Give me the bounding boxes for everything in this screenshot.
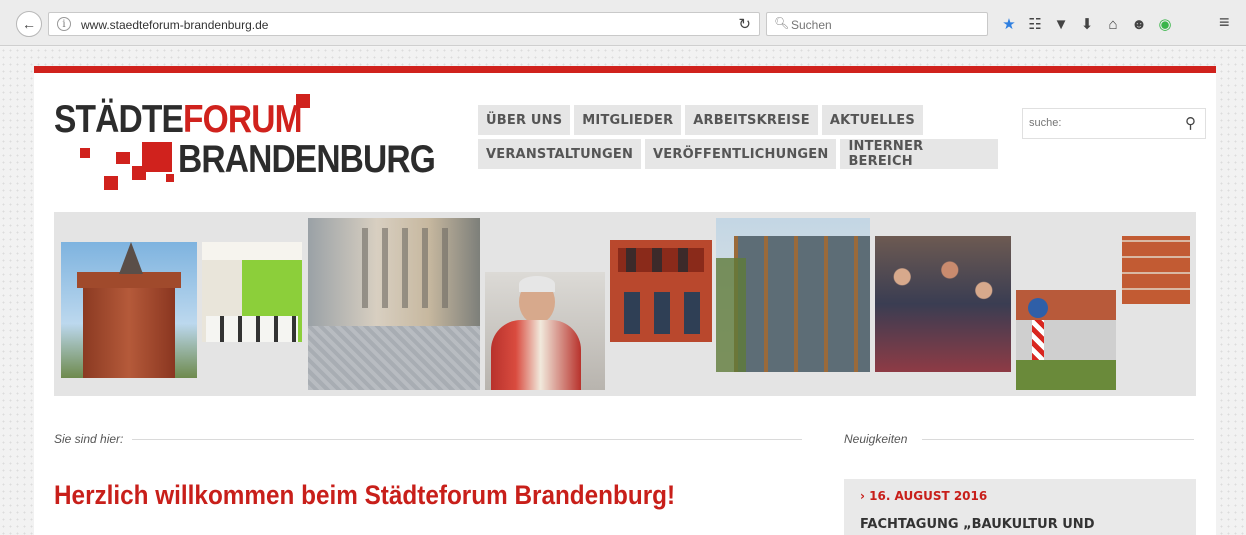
breadcrumb-divider [132,439,802,440]
brick-gothic-facade-photo [610,240,712,342]
home-icon[interactable]: ⌂ [1100,16,1126,33]
search-icon: 🔍︎ [774,16,790,30]
tower-crown [77,272,181,288]
logo-word-brandenburg: BRANDENBURG [178,138,436,181]
sign-post [1032,320,1044,360]
room-tables [206,316,298,342]
logo-square [116,152,130,164]
street-pavement [308,326,480,390]
nav-row-1: ÜBER UNS MITGLIEDER ARBEITSKREISE AKTUEL… [478,105,998,135]
site-logo[interactable]: STÄDTEFORUM BRANDENBURG [54,94,436,204]
site-search-box[interactable]: ⚲ [1022,108,1206,139]
page-container: STÄDTEFORUM BRANDENBURG ÜBER UNS MITGLIE… [34,66,1216,535]
address-bar[interactable]: i www.staedteforum-brandenburg.de ↻ [48,12,760,36]
street-windows [348,228,458,308]
logo-word-forum: FORUM [183,98,303,141]
logo-line-1: STÄDTEFORUM [54,98,303,141]
extension-icon[interactable]: ◉ [1152,15,1178,33]
room-interior-photo [202,242,302,342]
back-arrow-icon[interactable]: ← [16,11,42,37]
man-portrait-photo [485,272,605,390]
room-ceiling [202,242,302,260]
man-hair [519,276,555,292]
logo-square [142,142,172,172]
main-navigation: ÜBER UNS MITGLIEDER ARBEITSKREISE AKTUEL… [478,105,998,173]
man-jacket [491,320,581,390]
logo-word-staedte: STÄDTE [54,98,184,141]
facade-windows-top [618,248,704,272]
news-item[interactable]: › 16. AUGUST 2016 FACHTAGUNG „BAUKULTUR … [844,479,1196,535]
nav-item-interner-bereich[interactable]: INTERNER BEREICH [840,139,998,169]
logo-square [80,148,90,158]
breadcrumb-label: Sie sind hier: [54,432,124,446]
building-tree [716,258,746,372]
toolbar-icons: ★ ☷ ▼ ⬇ ⌂ ☻ ◉ [996,13,1178,35]
logo-square [132,166,146,180]
download-icon[interactable]: ⬇ [1074,15,1100,33]
nav-item-veranstaltungen[interactable]: VERANSTALTUNGEN [478,139,642,169]
nav-row-2: VERANSTALTUNGEN VERÖFFENTLICHUNGEN INTER… [478,139,998,169]
hamburger-menu-icon[interactable]: ≡ [1219,12,1230,33]
facade-windows-bottom [618,292,704,334]
brick-wall-photo [1122,236,1190,304]
page-title: Herzlich willkommen beim Städteforum Bra… [54,480,676,510]
bookmark-star-icon[interactable]: ★ [996,15,1022,33]
pocket-icon[interactable]: ▼ [1048,16,1074,33]
browser-toolbar: ← i www.staedteforum-brandenburg.de ↻ 🔍︎… [0,0,1246,46]
news-divider [922,439,1194,440]
news-title[interactable]: FACHTAGUNG „BAUKULTUR UND [860,517,1094,532]
traffic-sign-photo [1016,290,1116,390]
logo-square [296,94,310,108]
logo-square [166,174,174,182]
top-accent-bar [34,66,1216,73]
reload-icon[interactable]: ↻ [738,15,751,33]
search-icon[interactable]: ⚲ [1185,114,1196,132]
info-icon[interactable]: i [57,17,71,31]
tower-roof [119,242,143,274]
page-viewport: STÄDTEFORUM BRANDENBURG ÜBER UNS MITGLIE… [0,47,1246,535]
news-date: › 16. AUGUST 2016 [860,489,988,503]
nav-item-ueber-uns[interactable]: ÜBER UNS [478,105,571,135]
chat-icon[interactable]: ☻ [1126,16,1152,33]
photo-banner [54,212,1196,396]
nav-item-aktuelles[interactable]: AKTUELLES [821,105,923,135]
nav-item-mitglieder[interactable]: MITGLIEDER [574,105,682,135]
street-cyclist-photo [308,218,480,390]
reading-list-icon[interactable]: ☷ [1022,15,1048,33]
url-text[interactable]: www.staedteforum-brandenburg.de [81,18,268,32]
tower-body [83,282,175,378]
logo-square [104,176,118,190]
site-search-input[interactable] [1029,117,1169,129]
nav-item-arbeitskreise[interactable]: ARBEITSKREISE [685,105,818,135]
building-frame [734,236,870,372]
nav-item-veroeffentlichungen[interactable]: VERÖFFENTLICHUNGEN [645,139,837,169]
news-section-label: Neuigkeiten [844,432,908,446]
browser-search-bar[interactable]: 🔍︎ [766,12,988,36]
brick-tower-photo [61,242,197,378]
browser-search-input[interactable] [791,16,981,33]
crowd-photo [875,236,1011,372]
sign-disc [1028,298,1048,318]
glass-building-photo [716,218,870,372]
